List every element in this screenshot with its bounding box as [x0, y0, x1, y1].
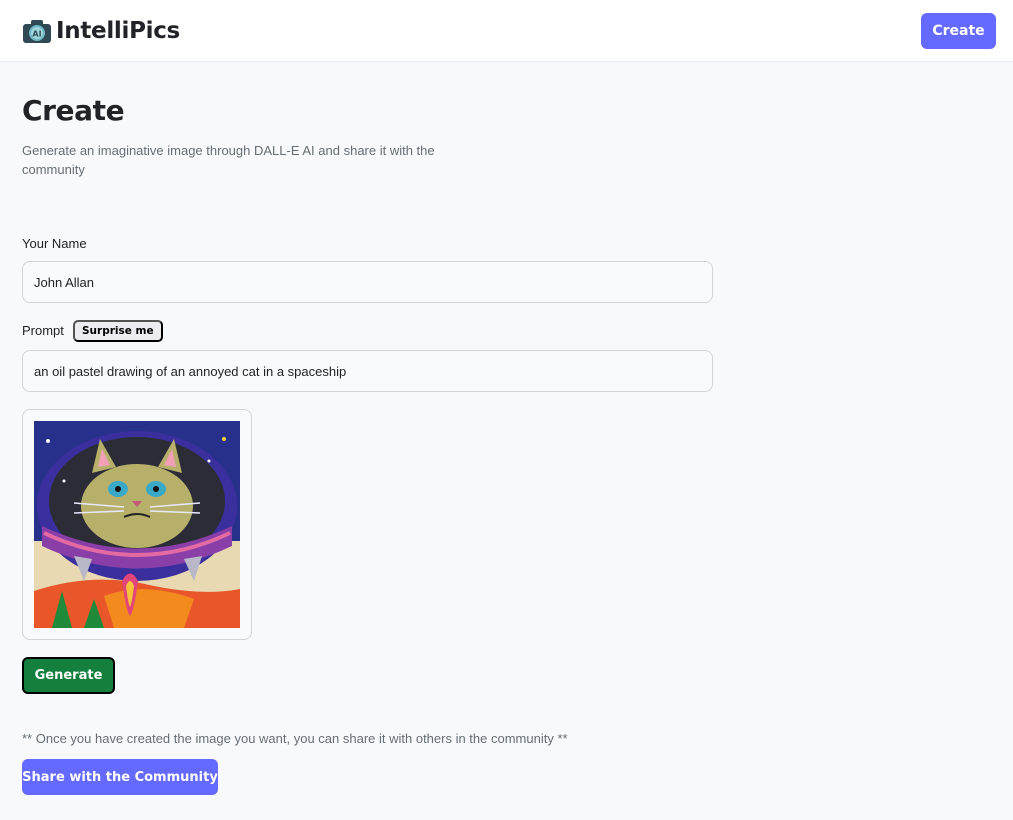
- svg-text:AI: AI: [32, 29, 41, 38]
- generate-button[interactable]: Generate: [22, 657, 115, 694]
- prompt-label: Prompt: [22, 323, 64, 338]
- create-button[interactable]: Create: [921, 12, 996, 49]
- name-input[interactable]: John Allan: [22, 261, 713, 303]
- page-subtitle: Generate an imaginative image through DA…: [22, 143, 435, 177]
- logo-text: IntelliPics: [56, 17, 180, 44]
- name-label: Your Name: [22, 236, 87, 251]
- generated-image: [34, 421, 240, 628]
- app-header: AI IntelliPics Create: [0, 0, 1013, 62]
- surprise-me-button[interactable]: Surprise me: [73, 320, 163, 342]
- share-community-button[interactable]: Share with the Community: [22, 759, 218, 795]
- page-title: Create: [22, 94, 125, 127]
- camera-ai-icon: AI: [22, 18, 52, 44]
- name-input-value: John Allan: [34, 274, 94, 290]
- prompt-input-value: an oil pastel drawing of an annoyed cat …: [34, 363, 347, 379]
- share-note: ** Once you have created the image you w…: [22, 731, 568, 746]
- prompt-input[interactable]: an oil pastel drawing of an annoyed cat …: [22, 350, 713, 392]
- image-preview: [22, 409, 252, 640]
- logo[interactable]: AI IntelliPics: [22, 18, 180, 44]
